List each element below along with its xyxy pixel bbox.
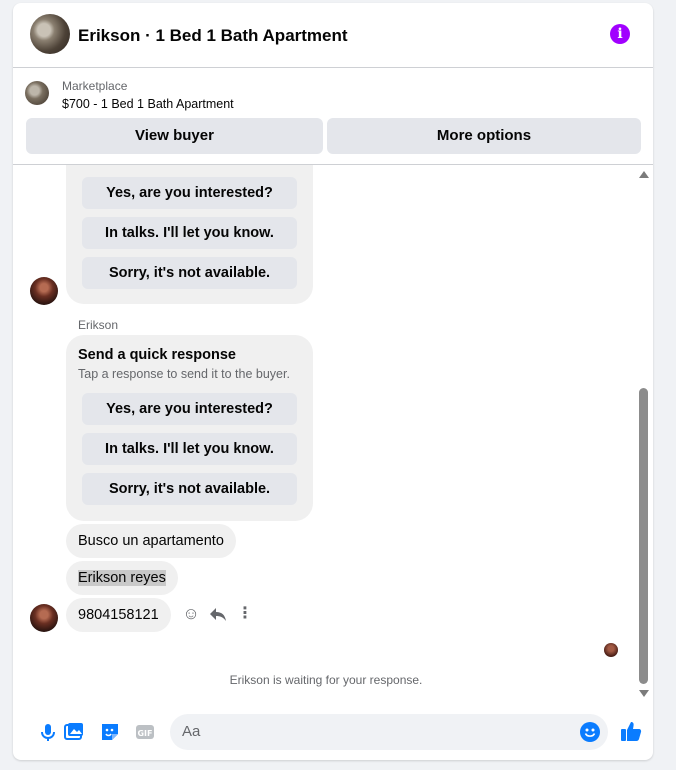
scrollbar-thumb[interactable] <box>639 388 648 684</box>
listing-name[interactable]: $700 - 1 Bed 1 Bath Apartment <box>62 97 234 111</box>
svg-text:GIF: GIF <box>137 729 152 738</box>
emoji-icon[interactable] <box>580 722 600 742</box>
listing-thumbnail[interactable] <box>25 81 49 105</box>
scroll-up-arrow-icon[interactable] <box>639 171 649 178</box>
reply-icon[interactable] <box>208 604 228 624</box>
like-icon[interactable] <box>619 719 643 743</box>
sender-avatar[interactable] <box>30 277 58 305</box>
quick-response-not-available[interactable]: Sorry, it's not available. <box>82 473 297 505</box>
listing-source: Marketplace <box>62 79 128 93</box>
quick-response-yes[interactable]: Yes, are you interested? <box>82 393 297 425</box>
message-text: Busco un apartamento <box>78 533 224 549</box>
message-bubble[interactable]: Erikson reyes <box>66 561 178 595</box>
quick-response-in-talks[interactable]: In talks. I'll let you know. <box>82 217 297 249</box>
message-text: Erikson reyes <box>78 570 166 586</box>
quick-response-card-previous: Yes, are you interested? In talks. I'll … <box>66 165 313 304</box>
message-bubble[interactable]: Busco un apartamento <box>66 524 236 558</box>
message-input-placeholder: Aa <box>182 723 201 740</box>
more-actions-icon[interactable]: ⋮ <box>235 604 255 624</box>
sticker-icon[interactable] <box>99 721 121 743</box>
scroll-down-arrow-icon[interactable] <box>639 690 649 697</box>
message-input[interactable]: Aa <box>170 714 608 750</box>
more-options-button[interactable]: More options <box>327 118 641 154</box>
react-icon[interactable]: ☺ <box>181 604 201 624</box>
card-title: Send a quick response <box>78 347 236 363</box>
gif-icon[interactable]: GIF <box>134 721 156 743</box>
chat-title[interactable]: Erikson · 1 Bed 1 Bath Apartment <box>78 26 348 46</box>
status-text: Erikson is waiting for your response. <box>229 673 423 687</box>
quick-response-not-available[interactable]: Sorry, it's not available. <box>82 257 297 289</box>
contact-avatar[interactable] <box>30 14 70 54</box>
microphone-icon[interactable] <box>37 721 59 743</box>
view-buyer-button[interactable]: View buyer <box>26 118 323 154</box>
quick-response-card: Send a quick response Tap a response to … <box>66 335 313 521</box>
chat-window: Erikson · 1 Bed 1 Bath Apartment i Marke… <box>13 3 653 760</box>
chat-header: Erikson · 1 Bed 1 Bath Apartment i <box>13 3 653 68</box>
quick-response-in-talks[interactable]: In talks. I'll let you know. <box>82 433 297 465</box>
sender-avatar[interactable] <box>30 604 58 632</box>
seen-indicator-avatar <box>604 643 618 657</box>
listing-panel: Marketplace $700 - 1 Bed 1 Bath Apartmen… <box>13 68 653 165</box>
message-text: 9804158121 <box>78 607 159 623</box>
sender-name: Erikson <box>78 318 119 332</box>
card-subtitle: Tap a response to send it to the buyer. <box>78 367 290 381</box>
quick-response-yes[interactable]: Yes, are you interested? <box>82 177 297 209</box>
info-icon[interactable]: i <box>610 24 630 44</box>
message-bubble[interactable]: 9804158121 <box>66 598 171 632</box>
photo-icon[interactable] <box>63 721 85 743</box>
